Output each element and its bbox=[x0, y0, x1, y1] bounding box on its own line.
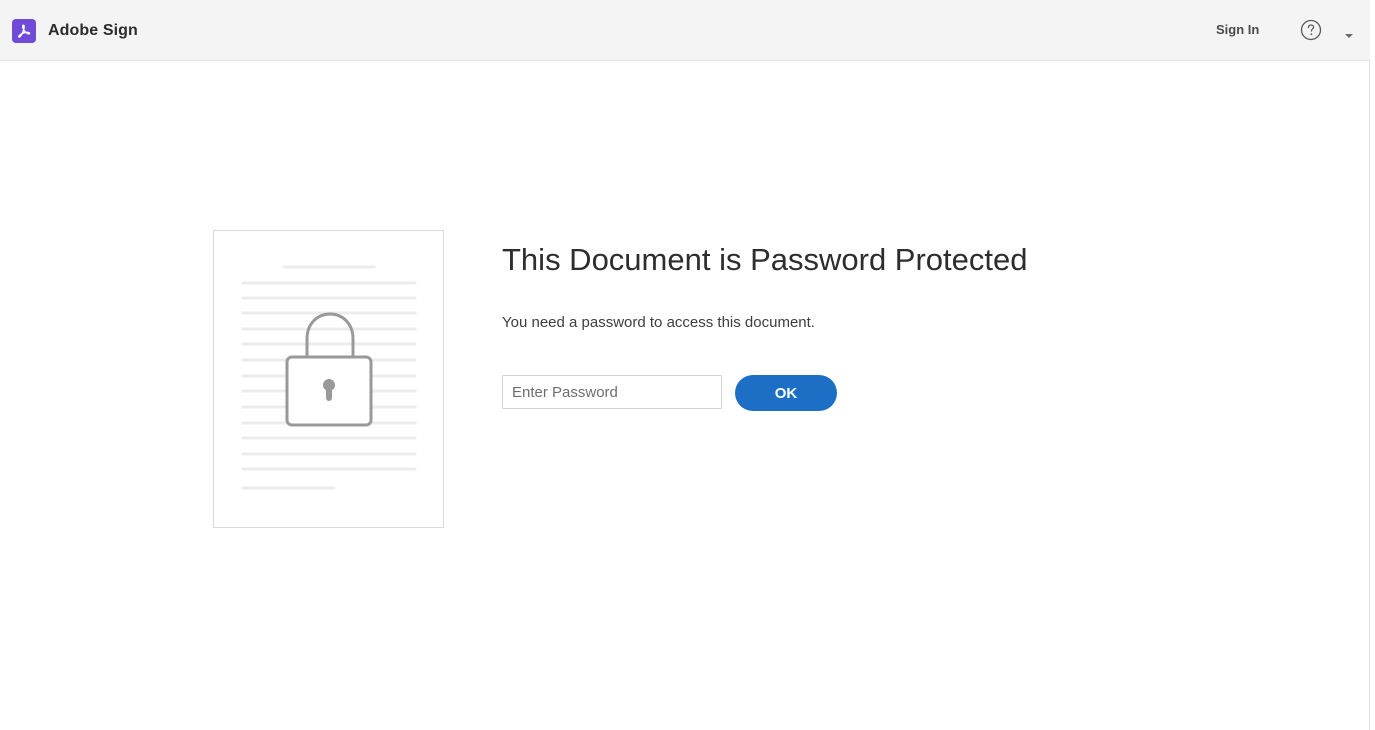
padlock-icon bbox=[285, 312, 373, 427]
help-circle-icon[interactable] bbox=[1300, 19, 1322, 41]
brand[interactable]: Adobe Sign bbox=[12, 19, 138, 43]
password-message: You need a password to access this docum… bbox=[502, 314, 815, 331]
password-input[interactable] bbox=[502, 375, 722, 409]
sign-in-link[interactable]: Sign In bbox=[1216, 22, 1259, 37]
chevron-down-icon[interactable] bbox=[1343, 27, 1355, 38]
brand-name: Adobe Sign bbox=[48, 22, 138, 39]
page-title: This Document is Password Protected bbox=[502, 242, 1028, 277]
adobe-sign-logo-icon bbox=[12, 19, 36, 43]
ok-button[interactable]: OK bbox=[735, 375, 837, 411]
scrollbar-divider bbox=[1369, 61, 1370, 730]
locked-document-icon bbox=[213, 230, 444, 528]
top-bar: Adobe Sign Sign In bbox=[0, 0, 1370, 61]
